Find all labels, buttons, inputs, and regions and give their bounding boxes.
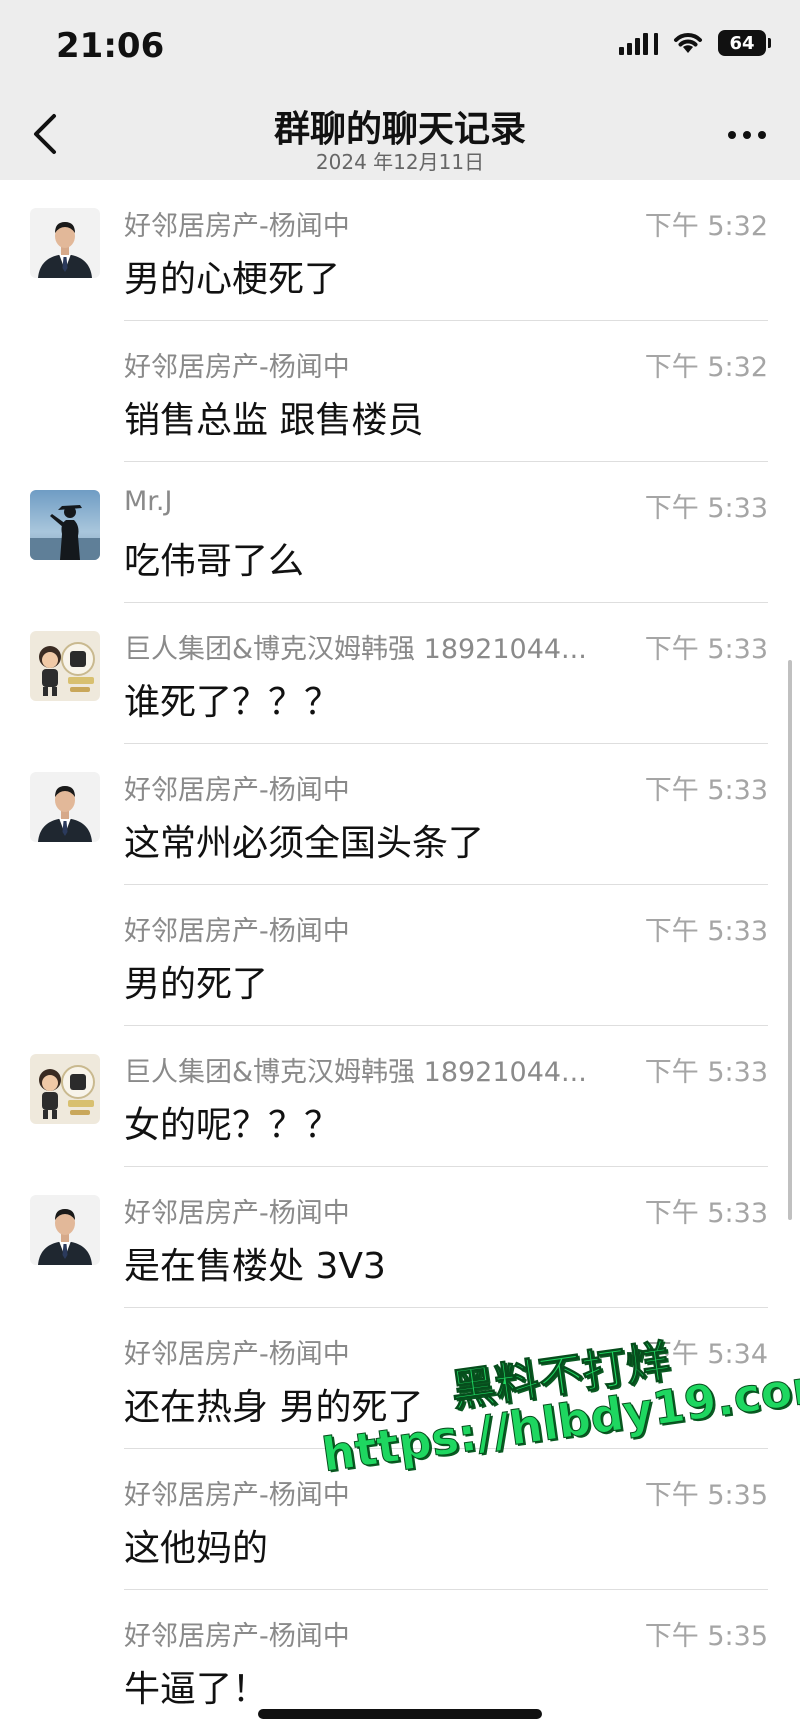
message-item[interactable]: 好邻居房产-杨闻中 下午 5:34 还在热身 男的死了	[0, 1308, 800, 1449]
silhouette-avatar-icon	[30, 490, 100, 560]
message-sender: 巨人集团&博克汉姆韩强 18921044...	[124, 1057, 587, 1088]
page-title: 群聊的聊天记录	[273, 109, 526, 150]
message-time: 下午 5:35	[644, 1621, 768, 1652]
message-time: 下午 5:33	[644, 493, 768, 524]
message-sender: 好邻居房产-杨闻中	[124, 775, 350, 806]
message-text: 牛逼了！	[124, 1669, 269, 1710]
message-item[interactable]: 好邻居房产-杨闻中 下午 5:33 男的死了	[0, 885, 800, 1026]
message-time: 下午 5:32	[644, 352, 768, 383]
message-text: 这常州必须全国头条了	[124, 823, 485, 864]
avatar[interactable]	[30, 631, 100, 701]
message-text: 吃伟哥了么	[124, 541, 305, 582]
avatar[interactable]	[30, 1054, 100, 1124]
message-item[interactable]: 好邻居房产-杨闻中 下午 5:32 男的心梗死了	[0, 180, 800, 321]
message-item[interactable]: 好邻居房产-杨闻中 下午 5:33 这常州必须全国头条了	[0, 744, 800, 885]
message-item[interactable]: 巨人集团&博克汉姆韩强 18921044... 下午 5:33 女的呢？？？	[0, 1026, 800, 1167]
scrollbar[interactable]	[788, 660, 792, 1220]
message-time: 下午 5:33	[644, 916, 768, 947]
message-time: 下午 5:33	[644, 775, 768, 806]
message-item[interactable]: Mr.J 下午 5:33 吃伟哥了么	[0, 462, 800, 603]
message-sender: Mr.J	[124, 486, 173, 517]
message-sender: 好邻居房产-杨闻中	[124, 211, 350, 242]
message-time: 下午 5:35	[644, 1480, 768, 1511]
message-time: 下午 5:33	[644, 634, 768, 665]
home-indicator[interactable]	[258, 1709, 542, 1719]
avatar[interactable]	[30, 490, 100, 560]
status-bar: 21:06 64	[0, 0, 800, 90]
message-item[interactable]: 好邻居房产-杨闻中 下午 5:33 是在售楼处 3V3	[0, 1167, 800, 1308]
status-icons: 64	[619, 30, 771, 56]
avatar[interactable]	[30, 208, 100, 278]
message-item[interactable]: 好邻居房产-杨闻中 下午 5:35 这他妈的	[0, 1449, 800, 1590]
message-sender: 好邻居房产-杨闻中	[124, 1621, 350, 1652]
message-text: 男的死了	[124, 964, 269, 1005]
avatar[interactable]	[30, 1195, 100, 1265]
message-sender: 好邻居房产-杨闻中	[124, 1480, 350, 1511]
message-time: 下午 5:33	[644, 1057, 768, 1088]
status-time: 21:06	[56, 26, 165, 66]
cartoon-avatar-icon	[30, 631, 100, 701]
man-suit-avatar-icon	[30, 772, 100, 842]
message-item[interactable]: 巨人集团&博克汉姆韩强 18921044... 下午 5:33 谁死了？？？	[0, 603, 800, 744]
message-text: 这他妈的	[124, 1528, 269, 1569]
more-button[interactable]	[724, 120, 770, 150]
message-sender: 巨人集团&博克汉姆韩强 18921044...	[124, 634, 587, 665]
avatar[interactable]	[30, 772, 100, 842]
message-sender: 好邻居房产-杨闻中	[124, 1198, 350, 1229]
more-dot	[758, 131, 766, 139]
message-text: 销售总监 跟售楼员	[124, 400, 424, 441]
message-sender: 好邻居房产-杨闻中	[124, 916, 350, 947]
signal-icon	[619, 31, 658, 55]
more-dot	[743, 131, 751, 139]
chat-record-list[interactable]: 好邻居房产-杨闻中 下午 5:32 男的心梗死了 好邻居房产-杨闻中 下午 5:…	[0, 180, 800, 1732]
man-suit-avatar-icon	[30, 1195, 100, 1265]
message-text: 谁死了？？？	[124, 682, 341, 723]
page-subtitle: 2024 年12月11日	[315, 150, 485, 174]
message-text: 还在热身 男的死了	[124, 1387, 424, 1428]
message-time: 下午 5:32	[644, 211, 768, 242]
message-text: 是在售楼处 3V3	[124, 1246, 386, 1287]
message-sender: 好邻居房产-杨闻中	[124, 352, 350, 383]
message-time: 下午 5:34	[644, 1339, 768, 1370]
message-sender: 好邻居房产-杨闻中	[124, 1339, 350, 1370]
message-text: 女的呢？？？	[124, 1105, 341, 1146]
cartoon-avatar-icon	[30, 1054, 100, 1124]
message-text: 男的心梗死了	[124, 259, 341, 300]
more-dot	[728, 131, 736, 139]
message-time: 下午 5:33	[644, 1198, 768, 1229]
wifi-icon	[674, 33, 702, 53]
man-suit-avatar-icon	[30, 208, 100, 278]
battery-icon: 64	[718, 30, 771, 56]
nav-bar: 群聊的聊天记录 2024 年12月11日	[0, 90, 800, 180]
message-item[interactable]: 好邻居房产-杨闻中 下午 5:32 销售总监 跟售楼员	[0, 321, 800, 462]
